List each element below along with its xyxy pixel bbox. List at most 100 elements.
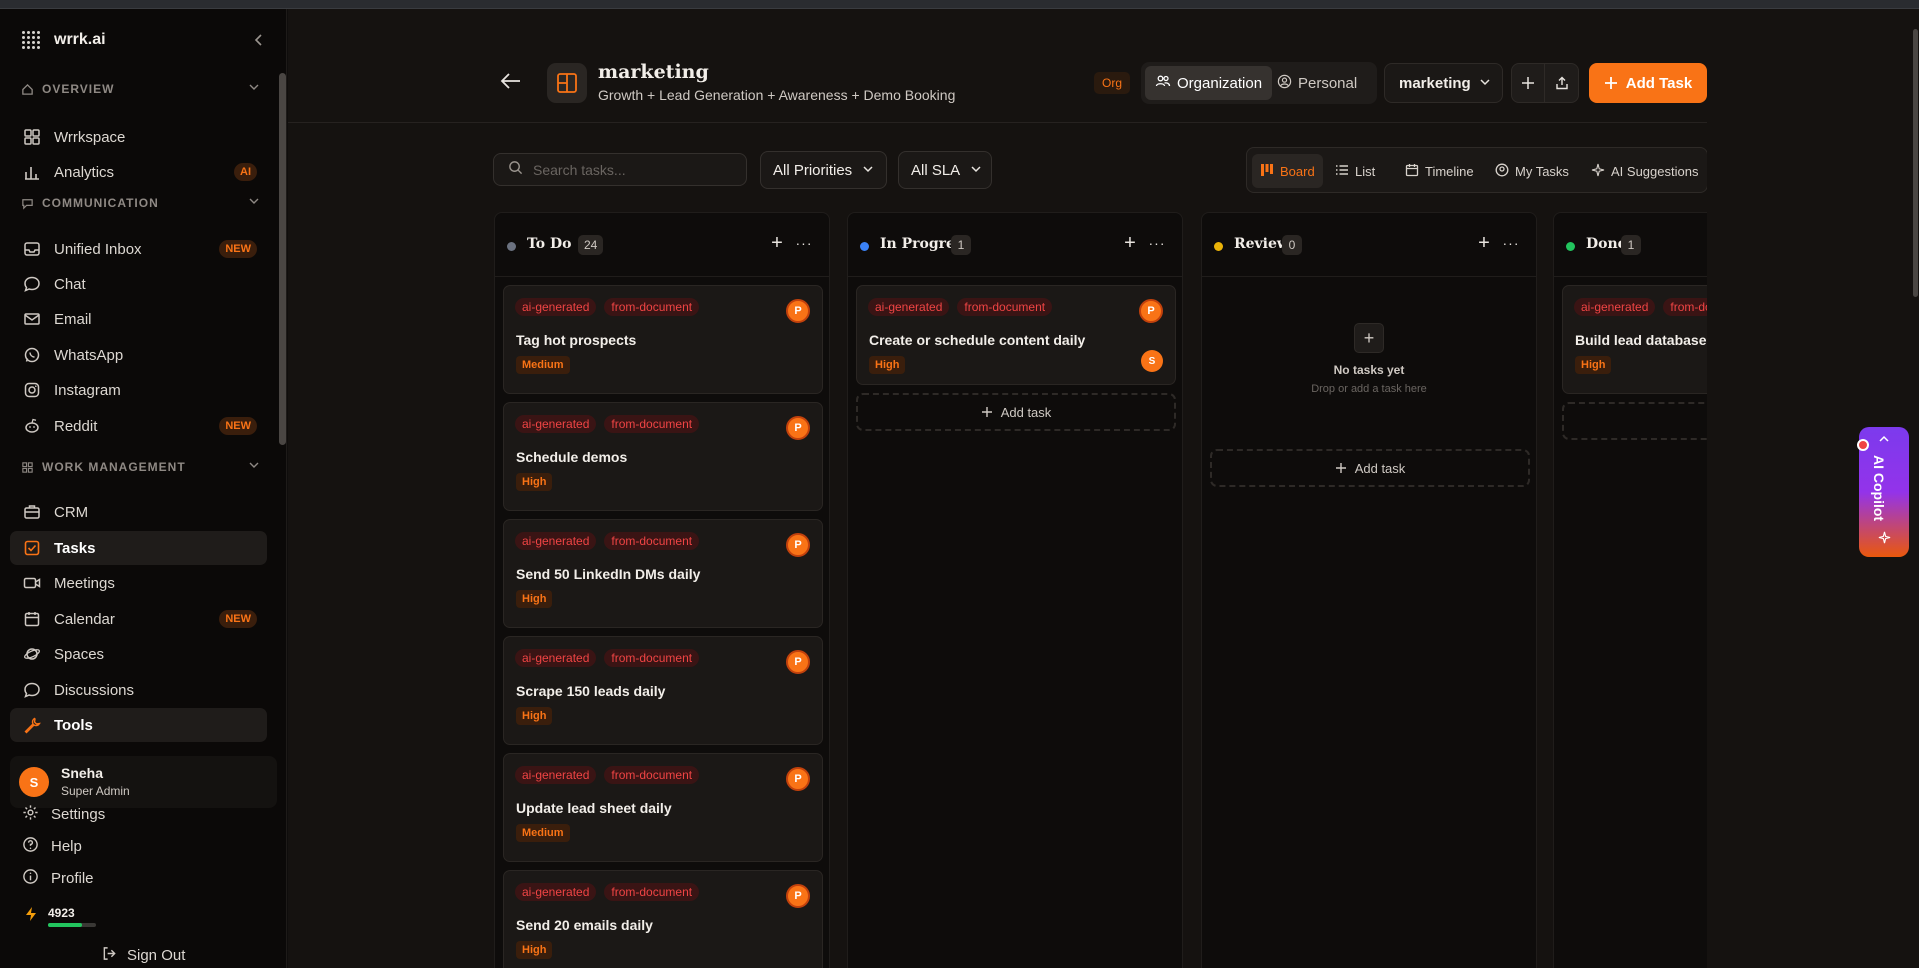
sign-out-label: Sign Out [127,947,186,964]
sidebar-item-unified-inbox[interactable]: Unified Inbox NEW [10,232,267,266]
sidebar-item-reddit[interactable]: Reddit NEW [10,409,267,443]
section-overview[interactable]: OVERVIEW [20,80,260,98]
assignee-avatar[interactable]: P [786,767,810,791]
view-list-button[interactable]: List [1327,154,1383,188]
assignee-avatar[interactable]: P [786,650,810,674]
sidebar-item-spaces[interactable]: Spaces [10,637,267,671]
add-task-button[interactable]: Add Task [1589,63,1707,103]
add-task-inline-button[interactable] [1562,402,1707,440]
task-card[interactable]: ai-generatedfrom-document P Build lead d… [1562,285,1707,394]
sidebar-item-calendar[interactable]: Calendar NEW [10,602,267,636]
task-card[interactable]: ai-generated from-document P Create or sc… [856,285,1176,385]
page-title: marketing [598,61,709,83]
priority-filter[interactable]: All Priorities [760,151,887,189]
priority-badge: Medium [516,824,570,842]
instagram-icon [22,380,42,400]
board-icon [1260,163,1274,180]
search-input[interactable] [533,161,733,178]
sidebar-item-chat[interactable]: Chat [10,267,267,301]
help-label: Help [51,837,82,855]
task-card[interactable]: ai-generated from-document P Send 50 Link… [503,519,823,628]
add-card-button[interactable]: + [1475,232,1493,254]
back-button[interactable] [500,72,522,96]
brand[interactable]: wrrk.ai [22,29,106,51]
view-timeline-button[interactable]: Timeline [1397,154,1482,188]
main-scrollbar[interactable] [1913,29,1918,297]
tag-ai-generated: ai-generated [515,415,597,433]
org-tag: Org [1094,72,1131,94]
sidebar-item-label: Email [54,310,92,328]
add-card-button[interactable]: + [768,232,786,254]
add-task-inline-button[interactable]: Add task [856,393,1176,431]
section-work-management-label: WORK MANAGEMENT [42,460,186,474]
sidebar-item-whatsapp[interactable]: WhatsApp [10,338,267,372]
inbox-icon [22,239,42,259]
sidebar-item-email[interactable]: Email [10,302,267,336]
empty-subtitle: Drop or add a task here [1311,383,1427,395]
assignee-avatar[interactable]: P [1139,299,1163,323]
new-badge: NEW [219,610,257,628]
add-task-inline-button[interactable]: Add task [1210,449,1530,487]
second-assignee-avatar[interactable]: S [1141,350,1163,372]
sidebar-item-crm[interactable]: CRM [10,495,267,529]
header-divider [288,122,1707,123]
project-select[interactable]: marketing [1384,63,1503,103]
sidebar-item-instagram[interactable]: Instagram [10,373,267,407]
empty-title: No tasks yet [1333,363,1405,377]
section-work-management[interactable]: WORK MANAGEMENT [20,458,260,476]
help-link[interactable]: Help [22,836,82,856]
sidebar-item-label: Calendar [54,610,115,628]
column-menu-button[interactable]: ··· [1148,233,1166,253]
task-card[interactable]: ai-generated from-document P Update lead … [503,753,823,862]
sign-out-button[interactable]: Sign Out [102,946,185,965]
column-menu-button[interactable]: ··· [1502,233,1520,253]
sidebar-item-analytics[interactable]: Analytics AI [10,155,267,189]
assignee-avatar[interactable]: P [786,299,810,323]
video-icon [22,573,42,593]
view-board-button[interactable]: Board [1252,154,1323,188]
scope-organization-button[interactable]: Organization [1145,66,1273,100]
sidebar-item-label: CRM [54,503,89,521]
reddit-icon [22,416,42,436]
settings-link[interactable]: Settings [22,804,105,824]
add-card-button[interactable]: + [1121,232,1139,254]
sidebar-item-tools[interactable]: Tools [10,708,267,742]
sidebar-item-tasks[interactable]: Tasks [10,531,267,565]
assignee-avatar[interactable]: P [786,416,810,440]
task-card[interactable]: ai-generated from-document P Schedule dem… [503,402,823,511]
ai-copilot-tab[interactable]: AI Copilot [1857,427,1909,557]
sidebar-item-meetings[interactable]: Meetings [10,566,267,600]
sidebar-item-label: Meetings [54,574,115,592]
share-button[interactable] [1545,63,1579,103]
scope-personal-button[interactable]: Personal [1267,66,1367,100]
view-my-tasks-button[interactable]: My Tasks [1487,154,1577,188]
add-first-task-button[interactable]: + [1354,323,1384,353]
sidebar-item-label: Analytics [54,163,115,181]
section-communication[interactable]: COMMUNICATION [20,194,260,212]
task-card[interactable]: ai-generated from-document P Send 20 emai… [503,870,823,968]
user-name: Sneha [61,765,104,781]
sidebar-item-label: WhatsApp [54,346,124,364]
user-card[interactable]: S Sneha Super Admin [10,756,277,808]
tag-ai-generated: ai-generated [515,298,597,316]
status-dot [507,242,516,251]
task-card[interactable]: ai-generated from-document P Tag hot pros… [503,285,823,394]
column-menu-button[interactable]: ··· [795,233,813,253]
view-timeline-label: Timeline [1425,163,1474,179]
profile-link[interactable]: Profile [22,868,94,888]
collapse-sidebar-button[interactable] [250,31,268,49]
search-box[interactable] [493,153,747,186]
search-icon [508,160,523,180]
sla-filter[interactable]: All SLA [898,151,992,189]
assignee-avatar[interactable]: P [786,533,810,557]
sidebar-scrollbar[interactable] [279,73,286,445]
sidebar-item-discussions[interactable]: Discussions [10,673,267,707]
task-title: Send 50 LinkedIn DMs daily [516,566,701,582]
priority-filter-value: All Priorities [773,161,853,179]
sidebar-item-wrrkspace[interactable]: Wrrkspace [10,120,267,154]
credits-meter: 4923 [24,906,96,927]
task-card[interactable]: ai-generated from-document P Scrape 150 l… [503,636,823,745]
view-ai-suggestions-button[interactable]: AI Suggestions [1583,154,1706,188]
new-project-button[interactable] [1511,63,1545,103]
assignee-avatar[interactable]: P [786,884,810,908]
